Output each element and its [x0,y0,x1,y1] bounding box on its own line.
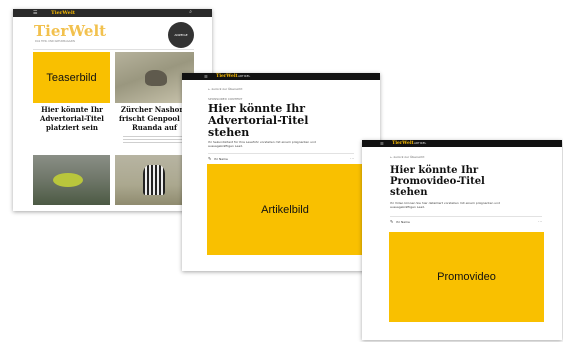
back-link[interactable]: ← zurück zur Übersicht [390,155,424,159]
article-image-label: Artikelbild [261,203,309,216]
back-link[interactable]: ← zurück zur Übersicht [208,87,242,91]
article-image-placeholder[interactable]: Artikelbild [207,164,363,255]
frog-photo[interactable] [33,155,110,205]
kicker: SPONSORED CONTENT [208,97,243,101]
menu-icon[interactable]: ☰ [380,140,384,147]
author-icon: ✎ [390,219,394,224]
brand-logo-small[interactable]: TierWelt [216,73,238,80]
masthead-tagline: DAS TIER- UND NATURMAGAZIN [35,40,75,43]
top-bar: ☰ TierWelt ⌕ [13,9,212,17]
nav-label[interactable]: ARTIKEL [238,73,250,80]
ad-badge-label: ANZEIGE [174,33,188,37]
top-bar: TierWelt ARTIKEL ☰ [362,140,562,147]
masthead-logo[interactable]: TierWelt [34,22,106,40]
teaser-image-label: Teaserbild [46,71,97,84]
search-icon[interactable]: ⌕ [189,9,192,15]
share-icon[interactable]: ⋯ [350,156,354,161]
brand-logo-small[interactable]: TierWelt [51,9,75,17]
brand-logo-small[interactable]: TierWelt [392,140,414,147]
article-title: Hier könnte Ihr Advertorial-Titel stehen [208,102,309,139]
menu-icon[interactable]: ☰ [204,73,208,80]
ad-badge: ANZEIGE [168,22,194,48]
author-name: Ihr Name [214,157,228,161]
nav-label[interactable]: ARTIKEL [414,140,426,147]
promo-page-card: TierWelt ARTIKEL ☰ ← zurück zur Übersich… [362,140,562,340]
advert-teaser-title[interactable]: Hier könnte Ihr Advertorial-Titel platzi… [35,105,109,132]
author-icon: ✎ [208,156,212,161]
article-lead: Ihr Sekundärtext für Ihre Leseführ vorst… [208,140,316,148]
article-page-card: TierWelt ARTIKEL ☰ ← zurück zur Übersich… [182,73,380,271]
promo-video-label: Promovideo [437,271,496,283]
promo-lead: Ihr Video können Sie hier detailliert vo… [390,201,501,209]
promo-title: Hier könnte Ihr Promovideo-Titel stehen [390,165,485,198]
teaser-image-placeholder[interactable]: Teaserbild [33,52,110,103]
promo-video-placeholder[interactable]: Promovideo [389,232,544,322]
author-name: Ihr Name [396,220,410,224]
top-bar: TierWelt ARTIKEL ☰ [182,73,380,80]
share-icon[interactable]: ⋯ [538,219,542,224]
menu-icon[interactable]: ☰ [33,10,37,16]
